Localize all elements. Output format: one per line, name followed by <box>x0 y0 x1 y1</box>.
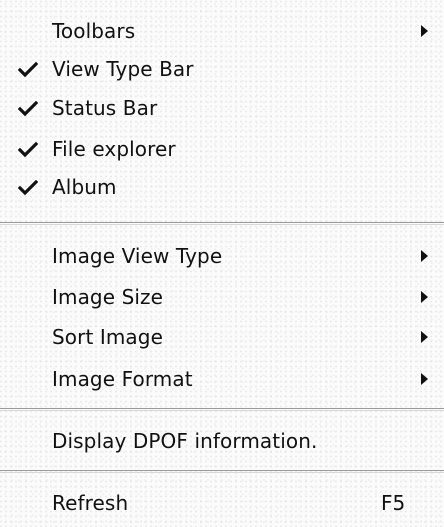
submenu-arrow-icon <box>421 373 428 385</box>
checkmark-icon <box>18 142 38 158</box>
menu-item-file-explorer[interactable]: File explorer <box>0 130 444 168</box>
menu-item-toolbars[interactable]: Toolbars <box>0 12 444 50</box>
menu-item-album[interactable]: Album <box>0 168 444 206</box>
menu-item-label: Status Bar <box>52 96 158 120</box>
menu-item-image-view-type[interactable]: Image View Type <box>0 237 444 275</box>
menu-item-label: Refresh <box>52 491 129 515</box>
menu-item-label: Display DPOF information. <box>52 429 318 453</box>
menu-item-image-format[interactable]: Image Format <box>0 360 444 398</box>
checkmark-icon <box>18 101 38 117</box>
menu-item-label: Album <box>52 175 117 199</box>
submenu-arrow-icon <box>421 331 428 343</box>
submenu-arrow-icon <box>421 25 428 37</box>
menu-item-label: File explorer <box>52 137 176 161</box>
menu-item-label: Image Size <box>52 285 164 309</box>
context-menu: Toolbars View Type Bar Status Bar File e… <box>0 0 444 527</box>
menu-item-view-type-bar[interactable]: View Type Bar <box>0 50 444 88</box>
submenu-arrow-icon <box>421 250 428 262</box>
checkmark-icon <box>18 180 38 196</box>
shortcut-label: F5 <box>381 491 406 515</box>
menu-item-image-size[interactable]: Image Size <box>0 278 444 316</box>
checkmark-icon <box>18 62 38 78</box>
menu-item-sort-image[interactable]: Sort Image <box>0 318 444 356</box>
menu-separator <box>0 222 444 225</box>
menu-item-status-bar[interactable]: Status Bar <box>0 89 444 127</box>
menu-item-display-dpof[interactable]: Display DPOF information. <box>0 422 444 460</box>
menu-separator <box>0 408 444 411</box>
menu-item-label: Image View Type <box>52 244 223 268</box>
menu-item-label: Sort Image <box>52 325 163 349</box>
menu-item-label: Image Format <box>52 367 193 391</box>
submenu-arrow-icon <box>421 291 428 303</box>
menu-item-label: Toolbars <box>52 19 136 43</box>
menu-item-refresh[interactable]: Refresh F5 <box>0 484 444 522</box>
menu-separator <box>0 470 444 473</box>
menu-item-label: View Type Bar <box>52 57 194 81</box>
